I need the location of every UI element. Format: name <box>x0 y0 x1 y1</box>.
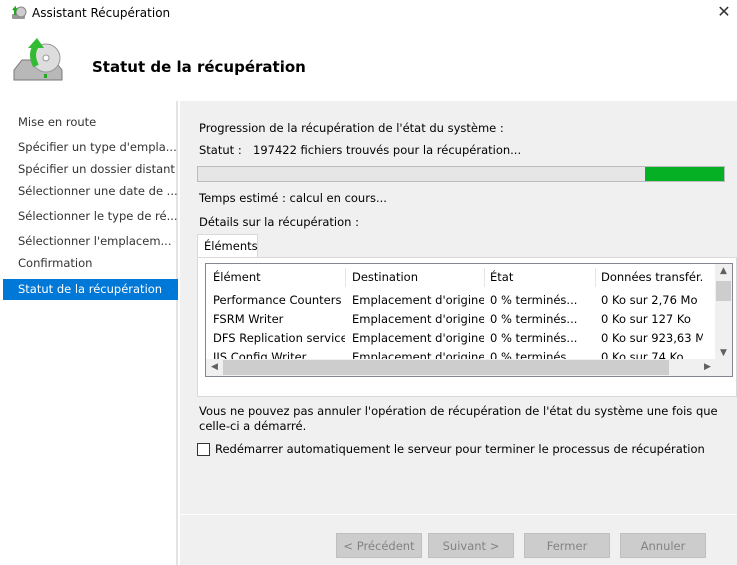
estimated-time: Temps estimé : calcul en cours... <box>199 191 387 205</box>
horizontal-scroll-thumb[interactable] <box>223 360 669 375</box>
next-button[interactable]: Suivant > <box>428 533 514 558</box>
cell-destination: Emplacement d'origine <box>352 331 484 345</box>
nav-item-date[interactable]: Sélectionner une date de ... <box>3 181 178 202</box>
cell-destination: Emplacement d'origine <box>352 293 484 307</box>
divider <box>180 514 737 515</box>
vertical-scroll-thumb[interactable] <box>716 281 731 301</box>
restart-checkbox-label[interactable]: Redémarrer automatiquement le serveur po… <box>215 442 705 456</box>
table-row[interactable]: DFS Replication service ... Emplacement d… <box>206 329 703 348</box>
nav-item-status[interactable]: Statut de la récupération <box>3 279 178 300</box>
wizard-steps-nav: Mise en route Spécifier un type d'empla.… <box>3 101 178 565</box>
scroll-left-icon[interactable]: ◀ <box>206 362 223 372</box>
list-header: Élément Destination État Données transfé… <box>206 268 703 287</box>
elements-list[interactable]: Élément Destination État Données transfé… <box>205 263 733 377</box>
tab-panel: Élément Destination État Données transfé… <box>197 257 737 397</box>
cell-element: DFS Replication service ... <box>213 331 345 345</box>
cell-element: FSRM Writer <box>213 312 284 326</box>
backup-drive-icon <box>13 38 63 81</box>
content-panel: Progression de la récupération de l'état… <box>180 101 737 565</box>
scroll-corner <box>715 359 732 376</box>
vertical-scrollbar[interactable]: ▲ ▼ <box>715 264 732 360</box>
nav-item-getting-started[interactable]: Mise en route <box>3 112 178 133</box>
cell-element: Performance Counters ... <box>213 293 345 307</box>
cell-data: 0 Ko sur 127 Ko <box>601 312 691 326</box>
nav-item-recovery-type[interactable]: Sélectionner le type de ré... <box>3 206 178 227</box>
details-label: Détails sur la récupération : <box>199 215 359 229</box>
nav-item-location[interactable]: Sélectionner l'emplacem... <box>3 231 178 252</box>
progress-bar-fill <box>645 167 724 181</box>
scroll-right-icon[interactable]: ▶ <box>699 362 716 372</box>
table-row[interactable]: Performance Counters ... Emplacement d'or… <box>206 291 703 310</box>
backup-app-icon <box>12 5 27 19</box>
progress-bar <box>197 166 725 182</box>
close-button[interactable]: Fermer <box>524 533 610 558</box>
scroll-up-icon[interactable]: ▲ <box>715 266 732 276</box>
page-title: Statut de la récupération <box>92 58 306 76</box>
table-row[interactable]: FSRM Writer Emplacement d'origine 0 % term… <box>206 310 703 329</box>
column-header-state[interactable]: État <box>490 270 595 284</box>
column-header-destination[interactable]: Destination <box>352 270 484 284</box>
restart-checkbox[interactable] <box>197 443 210 456</box>
close-icon[interactable]: ✕ <box>714 2 734 22</box>
cell-data: 0 Ko sur 923,63 Mo <box>601 331 703 345</box>
scroll-down-icon[interactable]: ▼ <box>715 348 732 358</box>
column-header-data[interactable]: Données transfér... <box>601 270 703 284</box>
cell-destination: Emplacement d'origine <box>352 312 484 326</box>
horizontal-scrollbar[interactable]: ◀ ▶ <box>206 359 716 376</box>
cell-state: 0 % terminés... <box>490 331 578 345</box>
nav-item-remote-folder[interactable]: Spécifier un dossier distant <box>3 159 178 180</box>
cell-state: 0 % terminés... <box>490 312 578 326</box>
window-title: Assistant Récupération <box>32 6 171 20</box>
tab-elements[interactable]: Éléments <box>197 234 258 258</box>
column-header-element[interactable]: Élément <box>213 270 345 284</box>
status-value: 197422 fichiers trouvés pour la récupéra… <box>253 143 522 157</box>
progress-heading: Progression de la récupération de l'état… <box>199 121 504 135</box>
nav-item-type[interactable]: Spécifier un type d'empla... <box>3 137 178 158</box>
title-bar: Assistant Récupération ✕ <box>0 0 737 28</box>
status-label: Statut : <box>199 143 242 157</box>
nav-item-confirmation[interactable]: Confirmation <box>3 253 178 274</box>
warning-text: Vous ne pouvez pas annuler l'opération d… <box>199 404 718 433</box>
cancel-button[interactable]: Annuler <box>620 533 706 558</box>
cell-state: 0 % terminés... <box>490 293 578 307</box>
previous-button[interactable]: < Précédent <box>336 533 422 558</box>
cell-data: 0 Ko sur 2,76 Mo <box>601 293 698 307</box>
